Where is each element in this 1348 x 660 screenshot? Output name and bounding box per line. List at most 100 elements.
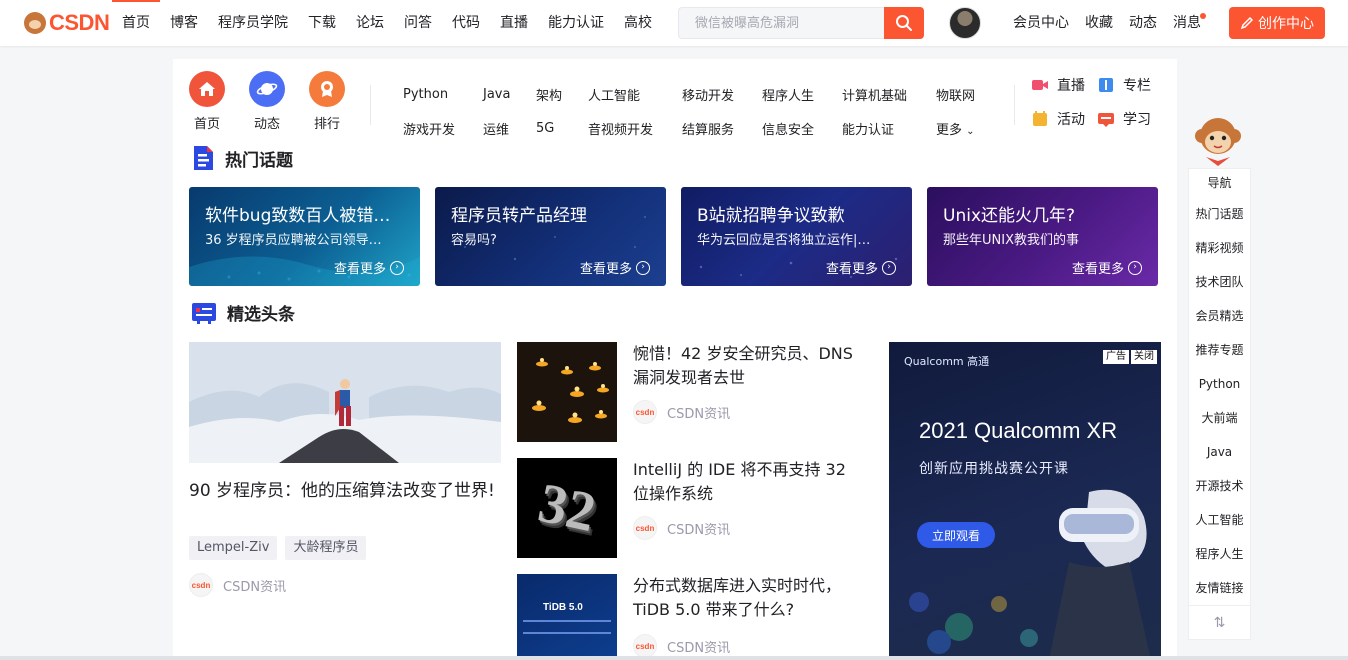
category-architecture[interactable]: 架构 [536, 85, 562, 104]
hot-topics-header: 热门话题 [191, 145, 293, 171]
arrow-right-icon: › [636, 260, 650, 275]
nav-item-blog[interactable]: 博客 [160, 0, 208, 46]
category-av-dev[interactable]: 音视频开发 [588, 119, 653, 138]
category-java[interactable]: Java [483, 87, 510, 102]
side-navigation: 导航 热门话题 精彩视频 技术团队 会员精选 推荐专题 Python 大前端 J… [1188, 168, 1251, 640]
side-nav-item[interactable]: 推荐专题 [1189, 333, 1250, 367]
category-ops[interactable]: 运维 [483, 119, 509, 138]
ad-cta-button[interactable]: 立即观看 [917, 522, 995, 548]
extra-link-activity[interactable]: 活动 [1031, 109, 1085, 129]
document-icon [194, 146, 213, 170]
source-label: CSDN资讯 [667, 406, 731, 422]
thumbnail-stripes [523, 632, 611, 634]
topic-more-link[interactable]: 查看更多 › [580, 258, 650, 277]
logo-text: CSDN [49, 10, 110, 35]
quick-link-home[interactable]: 首页 [189, 71, 225, 132]
category-links: Python Java 架构 人工智能 移动开发 程序人生 计算机基础 物联网 … [403, 77, 1003, 145]
quick-link-feed[interactable]: 动态 [249, 71, 285, 132]
category-security[interactable]: 信息安全 [762, 119, 814, 138]
messages-link[interactable]: 消息 [1165, 0, 1209, 46]
side-nav-item[interactable]: 开源技术 [1189, 469, 1250, 503]
ad-close-button[interactable]: 关闭 [1131, 350, 1157, 364]
quick-link-ranking[interactable]: 排行 [309, 71, 345, 132]
extra-link-column[interactable]: 专栏 [1097, 75, 1151, 95]
nav-item-home[interactable]: 首页 [112, 0, 160, 46]
nav-item-code[interactable]: 代码 [442, 0, 490, 46]
nav-item-qa[interactable]: 问答 [394, 0, 442, 46]
side-nav-item[interactable]: 人工智能 [1189, 503, 1250, 537]
category-cs-basics[interactable]: 计算机基础 [842, 85, 907, 104]
mascot-monkey-icon [1195, 118, 1241, 166]
news-icon [192, 302, 216, 324]
nav-item-forum[interactable]: 论坛 [346, 0, 394, 46]
learn-icon [1098, 113, 1114, 127]
category-mobile[interactable]: 移动开发 [682, 85, 734, 104]
side-nav-item[interactable]: Java [1189, 435, 1250, 469]
source-label: CSDN资讯 [667, 522, 731, 538]
medal-icon [309, 71, 345, 107]
extra-link-live[interactable]: 直播 [1031, 75, 1085, 95]
ad-subheadline: 创新应用挑战赛公开课 [919, 461, 1069, 477]
user-avatar[interactable] [949, 7, 981, 39]
arrow-right-icon: › [882, 260, 896, 275]
tag[interactable]: Lempel-Ziv [189, 536, 278, 560]
category-settlement[interactable]: 结算服务 [682, 119, 734, 138]
news-thumbnail [517, 342, 617, 442]
hot-topics-title: 热门话题 [225, 150, 293, 171]
news-title[interactable]: 分布式数据库进入实时时代，TiDB 5.0 带来了什么? [633, 574, 853, 622]
search-button[interactable] [884, 7, 924, 39]
advertisement[interactable]: Qualcomm 高通 广告 关闭 2021 Qualcomm XR 创新应用挑… [889, 342, 1161, 660]
category-game-dev[interactable]: 游戏开发 [403, 119, 455, 138]
activity-link[interactable]: 动态 [1121, 0, 1165, 46]
horizontal-scrollbar[interactable] [0, 656, 1348, 660]
member-center-link[interactable]: 会员中心 [1005, 0, 1077, 46]
nav-item-certification[interactable]: 能力认证 [538, 0, 614, 46]
hot-topic-card[interactable]: 程序员转产品经理 容易吗? 查看更多 › [435, 187, 666, 286]
side-nav-item[interactable]: 热门话题 [1189, 197, 1250, 231]
side-nav-item[interactable]: 大前端 [1189, 401, 1250, 435]
hot-topic-card[interactable]: Unix还能火几年? 那些年UNIX教我们的事 查看更多 › [927, 187, 1158, 286]
category-ai[interactable]: 人工智能 [588, 85, 640, 104]
featured-tags: Lempel-Ziv 大龄程序员 [189, 536, 367, 560]
hot-topic-card[interactable]: B站就招聘争议致歉 华为云回应是否将独立运作|… 查看更多 › [681, 187, 912, 286]
sort-toggle-icon[interactable]: ⇅ [1189, 605, 1250, 639]
category-python[interactable]: Python [403, 87, 448, 102]
side-nav-item[interactable]: 友情链接 [1189, 571, 1250, 605]
nav-item-academy[interactable]: 程序员学院 [208, 0, 298, 46]
divider [1014, 85, 1015, 125]
featured-article-title[interactable]: 90 岁程序员：他的压缩算法改变了世界! [189, 479, 501, 504]
category-programmer-life[interactable]: 程序人生 [762, 85, 814, 104]
thumbnail-stripes [523, 620, 611, 622]
topic-more-link[interactable]: 查看更多 › [334, 258, 404, 277]
side-nav-item[interactable]: 会员精选 [1189, 299, 1250, 333]
nav-item-college[interactable]: 高校 [614, 0, 662, 46]
topic-more-link[interactable]: 查看更多 › [1072, 258, 1142, 277]
hot-topic-card[interactable]: 软件bug致数百人被错误… 36 岁程序员应聘被公司领导… 查看更多 › [189, 187, 420, 286]
side-nav-item[interactable]: Python [1189, 367, 1250, 401]
search-input[interactable] [679, 8, 879, 38]
create-center-label: 创作中心 [1258, 16, 1314, 32]
activity-icon [1033, 111, 1047, 126]
topic-more-link[interactable]: 查看更多 › [826, 258, 896, 277]
category-5g[interactable]: 5G [536, 121, 554, 136]
category-row: Python Java 架构 人工智能 移动开发 程序人生 计算机基础 物联网 [403, 77, 1003, 111]
side-nav-item[interactable]: 技术团队 [1189, 265, 1250, 299]
tag[interactable]: 大龄程序员 [285, 536, 367, 560]
category-more[interactable]: 更多 ⌄ [936, 119, 975, 138]
side-nav-item[interactable]: 精彩视频 [1189, 231, 1250, 265]
side-nav-item[interactable]: 程序人生 [1189, 537, 1250, 571]
favorites-link[interactable]: 收藏 [1077, 0, 1121, 46]
category-certification[interactable]: 能力认证 [842, 119, 894, 138]
featured-image[interactable] [189, 342, 501, 463]
category-iot[interactable]: 物联网 [936, 85, 975, 104]
extra-link-learn[interactable]: 学习 [1097, 109, 1151, 129]
news-title[interactable]: IntelliJ 的 IDE 将不再支持 32 位操作系统 [633, 458, 853, 506]
news-title[interactable]: 惋惜！42 岁安全研究员、DNS 漏洞发现者去世 [633, 342, 853, 390]
nav-item-live[interactable]: 直播 [490, 0, 538, 46]
csdn-logo[interactable]: CSDN [24, 10, 110, 36]
arrow-right-icon: › [1128, 260, 1142, 275]
chevron-down-icon: ⌄ [966, 125, 975, 137]
extra-link-label: 活动 [1057, 112, 1085, 128]
create-center-button[interactable]: 创作中心 [1229, 7, 1325, 39]
nav-item-download[interactable]: 下载 [298, 0, 346, 46]
